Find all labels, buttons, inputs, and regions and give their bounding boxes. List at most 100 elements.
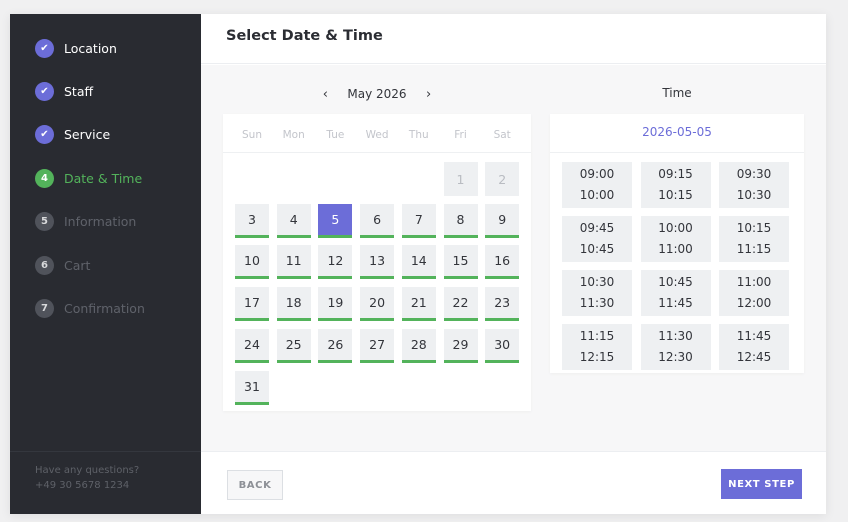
time-panel: 2026-05-05 09:00 10:00 09:15 10:15 09:30 10:3… bbox=[550, 114, 804, 373]
time-slot[interactable]: 09:00 10:00 bbox=[562, 162, 632, 208]
step-label: Cart bbox=[64, 257, 91, 273]
calendar-day[interactable]: 11 bbox=[276, 245, 311, 280]
calendar-day[interactable]: 26 bbox=[318, 328, 353, 363]
slot-start: 09:30 bbox=[736, 167, 772, 181]
calendar-day: 2 bbox=[485, 162, 520, 196]
calendar-day[interactable]: 5 bbox=[318, 203, 353, 238]
slot-start: 11:15 bbox=[579, 329, 615, 343]
step-label: Location bbox=[64, 40, 117, 56]
month-nav: ‹ May 2026 › bbox=[223, 82, 531, 106]
calendar-day[interactable]: 9 bbox=[485, 203, 520, 238]
chevron-left-icon[interactable]: ‹ bbox=[315, 87, 335, 102]
weekday-mon: Mon bbox=[282, 129, 305, 141]
time-divider bbox=[550, 152, 804, 153]
calendar-day[interactable]: 23 bbox=[485, 287, 520, 322]
slot-end: 11:15 bbox=[736, 242, 772, 256]
calendar-day[interactable]: 8 bbox=[443, 203, 478, 238]
main-content: Select Date & Time ‹ May 2026 › Sun Mon Tu… bbox=[201, 14, 826, 514]
slot-start: 09:15 bbox=[658, 167, 693, 181]
step-information[interactable]: 5 Information bbox=[35, 212, 136, 232]
slot-end: 12:45 bbox=[736, 350, 772, 364]
selected-date: 2026-05-05 bbox=[642, 125, 712, 139]
calendar-day[interactable]: 25 bbox=[276, 328, 311, 363]
time-slot[interactable]: 09:15 10:15 bbox=[640, 162, 711, 208]
support-title: Have any questions? bbox=[35, 465, 140, 476]
calendar-day[interactable]: 7 bbox=[401, 203, 436, 238]
calendar-day[interactable]: 22 bbox=[443, 287, 478, 322]
calendar: Sun Mon Tue Wed Thu Fri Sat 1 2 3 4 5 6 7 8 9 10 11 12 13 14… bbox=[223, 114, 531, 411]
time-slot[interactable]: 10:15 11:15 bbox=[719, 216, 789, 262]
step-label: Staff bbox=[64, 83, 94, 99]
slot-end: 12:30 bbox=[658, 350, 693, 364]
slot-start: 11:00 bbox=[736, 275, 772, 289]
calendar-day[interactable]: 18 bbox=[276, 287, 311, 322]
calendar-day[interactable]: 31 bbox=[235, 370, 269, 405]
time-title: Time bbox=[662, 86, 692, 100]
step-cart[interactable]: 6 Cart bbox=[35, 255, 90, 275]
check-icon: ✔ bbox=[35, 81, 54, 101]
slot-end: 11:00 bbox=[658, 242, 693, 256]
step-number: 6 bbox=[35, 255, 54, 275]
calendar-day[interactable]: 4 bbox=[276, 203, 311, 238]
calendar-day[interactable]: 24 bbox=[235, 328, 269, 363]
calendar-day[interactable]: 14 bbox=[401, 245, 436, 280]
time-slot[interactable]: 09:45 10:45 bbox=[562, 216, 632, 262]
calendar-day[interactable]: 19 bbox=[318, 287, 353, 322]
time-slot[interactable]: 11:15 12:15 bbox=[562, 324, 632, 370]
slot-end: 12:00 bbox=[736, 296, 772, 310]
calendar-day[interactable]: 27 bbox=[360, 328, 395, 363]
time-slot[interactable]: 09:30 10:30 bbox=[719, 162, 789, 208]
slot-end: 10:30 bbox=[736, 188, 772, 202]
time-slot[interactable]: 11:30 12:30 bbox=[640, 324, 711, 370]
time-slot[interactable]: 10:45 11:45 bbox=[640, 270, 711, 316]
step-service[interactable]: ✔ Service bbox=[35, 125, 110, 145]
slot-start: 10:00 bbox=[658, 221, 693, 235]
weekday-fri: Fri bbox=[454, 129, 467, 141]
month-label: May 2026 bbox=[347, 87, 407, 101]
calendar-day[interactable]: 20 bbox=[360, 287, 395, 322]
calendar-divider bbox=[223, 152, 531, 153]
time-slot[interactable]: 10:00 11:00 bbox=[640, 216, 711, 262]
next-step-button[interactable]: NEXT STEP bbox=[721, 469, 802, 499]
slot-start: 11:45 bbox=[736, 329, 772, 343]
calendar-day[interactable]: 30 bbox=[485, 328, 520, 363]
step-date-time[interactable]: 4 Date & Time bbox=[35, 168, 142, 188]
calendar-day[interactable]: 16 bbox=[485, 245, 520, 280]
weekday-wed: Wed bbox=[365, 129, 389, 141]
chevron-right-icon[interactable]: › bbox=[419, 87, 439, 102]
calendar-day[interactable]: 21 bbox=[401, 287, 436, 322]
slot-start: 10:15 bbox=[736, 221, 772, 235]
step-staff[interactable]: ✔ Staff bbox=[35, 81, 93, 101]
calendar-day[interactable]: 29 bbox=[443, 328, 478, 363]
calendar-day[interactable]: 13 bbox=[360, 245, 395, 280]
booking-modal: ✔ Location ✔ Staff ✔ Service 4 Date & Time 5 Info… bbox=[10, 14, 826, 514]
slot-start: 09:45 bbox=[579, 221, 615, 235]
calendar-day[interactable]: 12 bbox=[318, 245, 353, 280]
calendar-day[interactable]: 6 bbox=[360, 203, 395, 238]
calendar-day[interactable]: 17 bbox=[235, 287, 269, 322]
support-phone[interactable]: +49 30 5678 1234 bbox=[35, 480, 129, 491]
page-title: Select Date & Time bbox=[226, 28, 383, 44]
calendar-day: 1 bbox=[443, 162, 478, 196]
calendar-day[interactable]: 15 bbox=[443, 245, 478, 280]
step-label: Service bbox=[64, 127, 111, 143]
calendar-day[interactable]: 10 bbox=[235, 245, 269, 280]
slot-end: 10:45 bbox=[579, 242, 615, 256]
step-location[interactable]: ✔ Location bbox=[35, 38, 117, 58]
time-slot[interactable]: 11:45 12:45 bbox=[719, 324, 789, 370]
time-slot[interactable]: 11:00 12:00 bbox=[719, 270, 789, 316]
slot-start: 11:30 bbox=[658, 329, 693, 343]
calendar-day[interactable]: 28 bbox=[401, 328, 436, 363]
step-number: 5 bbox=[35, 212, 54, 232]
back-button[interactable]: BACK bbox=[227, 470, 283, 500]
header: Select Date & Time bbox=[201, 14, 826, 64]
slot-end: 10:00 bbox=[579, 188, 615, 202]
weekday-tue: Tue bbox=[326, 129, 345, 141]
calendar-day[interactable]: 3 bbox=[235, 203, 269, 238]
slot-end: 11:45 bbox=[658, 296, 693, 310]
time-slot[interactable]: 10:30 11:30 bbox=[562, 270, 632, 316]
step-number: 7 bbox=[35, 298, 54, 318]
step-confirmation[interactable]: 7 Confirmation bbox=[35, 298, 145, 318]
slot-end: 10:15 bbox=[658, 188, 693, 202]
slot-start: 10:30 bbox=[579, 275, 615, 289]
